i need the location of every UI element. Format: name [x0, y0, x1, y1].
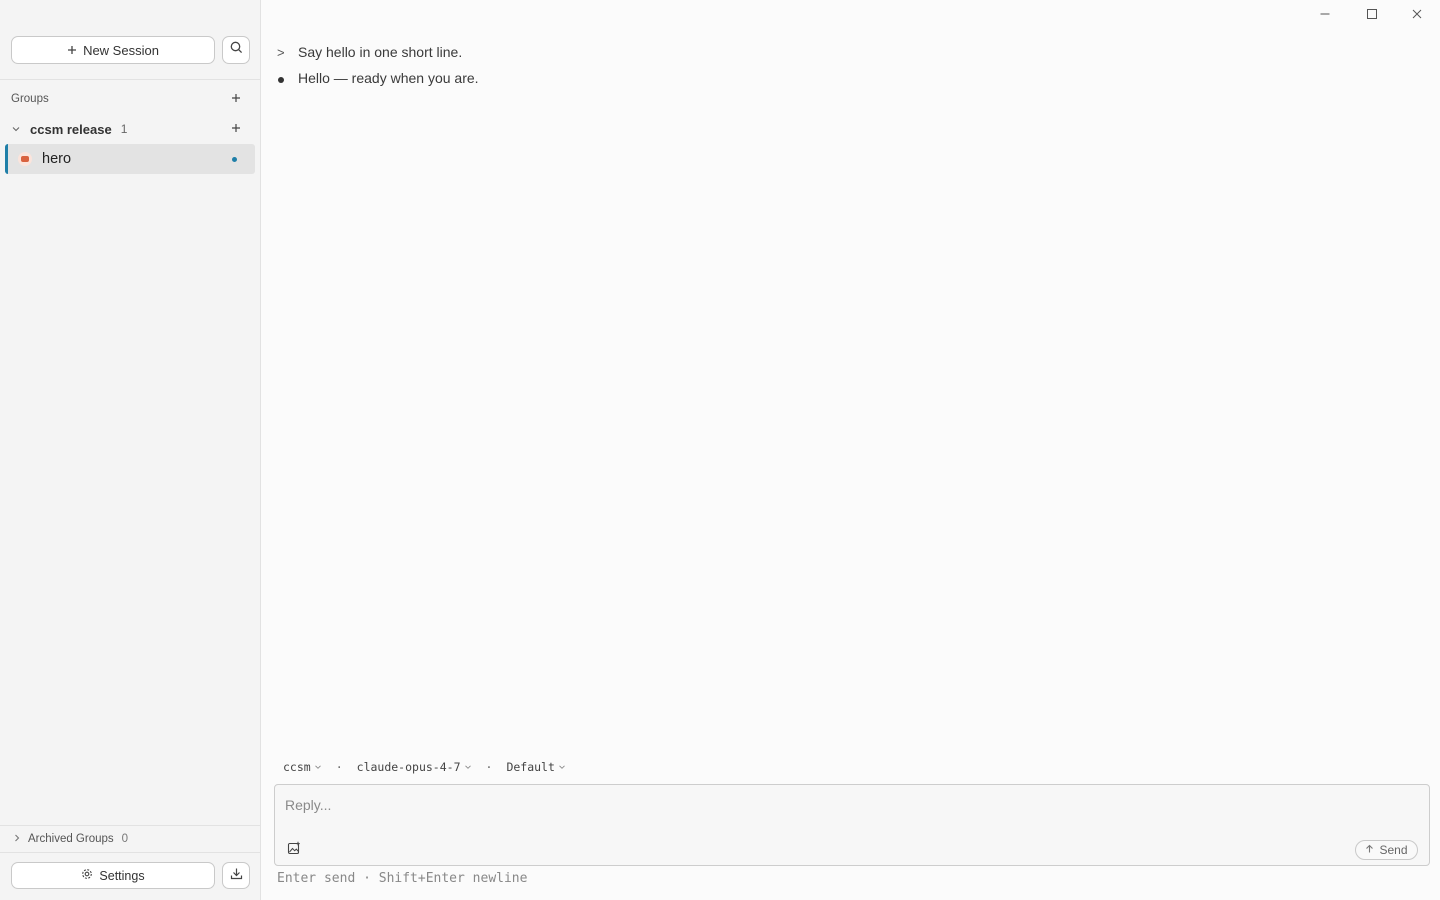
user-message-text: Say hello in one short line.: [298, 44, 463, 60]
group-row-ccsm-release[interactable]: ccsm release 1: [11, 120, 251, 138]
chevron-down-icon: [464, 760, 472, 774]
separator: ·: [485, 760, 493, 774]
sidebar-topbar: New Session: [0, 0, 261, 80]
archived-groups-count: 0: [121, 833, 129, 845]
groups-heading: Groups: [11, 93, 49, 105]
chevron-down-icon: [314, 760, 322, 774]
new-session-button[interactable]: New Session: [11, 36, 215, 64]
mode-selector[interactable]: Default: [506, 760, 565, 774]
assistant-bullet-icon: [277, 71, 298, 86]
reply-input[interactable]: [285, 794, 1415, 816]
app-window: New Session Groups ccsm release 1 hero A…: [0, 0, 1440, 900]
sidebar: New Session Groups ccsm release 1 hero A…: [0, 0, 261, 900]
attach-image-button[interactable]: [286, 841, 302, 860]
archived-groups-toggle[interactable]: Archived Groups 0: [0, 825, 261, 853]
user-message: > Say hello in one short line.: [277, 44, 462, 60]
model-name: claude-opus-4-7: [356, 760, 461, 774]
send-button[interactable]: Send: [1355, 840, 1418, 860]
plus-icon: [67, 43, 77, 57]
add-group-button[interactable]: [229, 92, 243, 106]
settings-button[interactable]: Settings: [11, 862, 215, 889]
add-session-to-group-button[interactable]: [229, 122, 243, 136]
user-prompt-marker: >: [277, 44, 285, 60]
keyboard-hint: Enter send · Shift+Enter newline: [277, 871, 528, 886]
separator: ·: [335, 760, 343, 774]
group-name: ccsm release: [30, 121, 112, 137]
mode-name: Default: [506, 760, 555, 774]
download-icon: [230, 867, 243, 885]
assistant-message: Hello — ready when you are.: [277, 70, 479, 86]
minimize-button[interactable]: [1313, 6, 1337, 26]
assistant-message-text: Hello — ready when you are.: [298, 70, 479, 86]
session-item-hero[interactable]: hero: [5, 144, 255, 174]
session-avatar-icon: [18, 152, 32, 166]
maximize-button[interactable]: [1360, 6, 1384, 26]
plus-icon: [231, 90, 241, 108]
group-count: 1: [120, 122, 128, 136]
archived-groups-label: Archived Groups: [28, 833, 114, 845]
minimize-icon: [1319, 7, 1331, 25]
project-selector[interactable]: ccsm: [283, 760, 322, 774]
chevron-down-icon: [558, 760, 566, 774]
selected-indicator: [5, 144, 8, 174]
maximize-icon: [1366, 7, 1378, 25]
download-button[interactable]: [222, 862, 250, 889]
search-button[interactable]: [222, 36, 250, 64]
composer: Send: [274, 784, 1430, 866]
chevron-right-icon: [13, 830, 21, 848]
close-button[interactable]: [1405, 6, 1429, 26]
plus-icon: [231, 120, 241, 138]
unread-dot: [232, 157, 237, 162]
chevron-down-icon: [11, 124, 25, 134]
new-session-label: New Session: [83, 42, 159, 58]
model-selector[interactable]: claude-opus-4-7: [357, 760, 472, 774]
send-label: Send: [1379, 843, 1408, 857]
session-name: hero: [42, 151, 72, 167]
close-icon: [1411, 7, 1423, 25]
image-attach-icon: [287, 841, 301, 860]
project-name: ccsm: [283, 760, 311, 774]
search-icon: [230, 41, 243, 59]
session-meta-bar: ccsm · claude-opus-4-7 · Default: [283, 759, 566, 775]
settings-label: Settings: [99, 868, 145, 883]
arrow-up-icon: [1365, 843, 1374, 857]
gear-icon: [81, 868, 93, 883]
